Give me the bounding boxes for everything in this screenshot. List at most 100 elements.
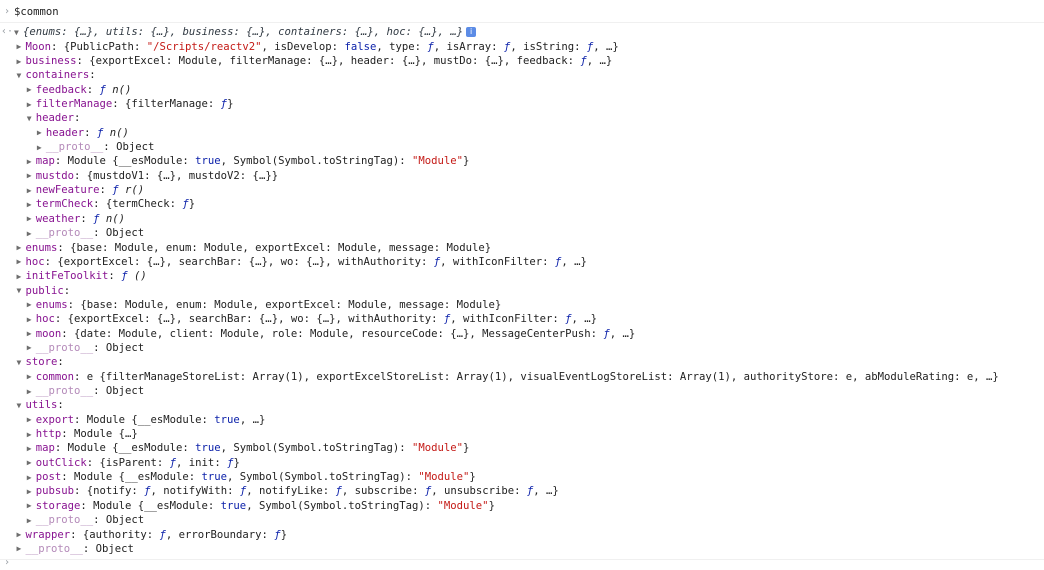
property-value: "Module"	[412, 155, 464, 168]
tree-row-content[interactable]: ▶ newFeature: ƒ r()	[27, 183, 144, 198]
property-key: wrapper	[25, 528, 71, 541]
collapsed-triangle-icon[interactable]: ▶	[27, 385, 36, 399]
tree-row-content[interactable]: ▶ business: {exportExcel: Module, filterM…	[17, 54, 613, 69]
tree-row-content[interactable]: ▶ hoc: {exportExcel: {…}, searchBar: {…},…	[27, 312, 597, 327]
collapsed-triangle-icon[interactable]: ▶	[37, 126, 46, 140]
tree-row-content[interactable]: ▼ header:	[27, 111, 81, 126]
tree-row-content[interactable]: ▶ moon: {date: Module, client: Module, ro…	[27, 327, 636, 342]
result-summary[interactable]: ▼ {enums: {…}, utils: {…}, business: {…},…	[14, 25, 477, 40]
tree-row-content[interactable]: ▶ http: Module {…}	[27, 427, 138, 442]
property-key: termCheck	[35, 198, 94, 211]
tree-row-content[interactable]: ▶ feedback: ƒ n()	[27, 83, 132, 98]
collapsed-triangle-icon[interactable]: ▶	[27, 485, 36, 499]
tree-row-content[interactable]: ▶ __proto__: Object	[37, 140, 154, 155]
collapsed-triangle-icon[interactable]: ▶	[27, 514, 36, 528]
tree-row-content[interactable]: ▶ initFeToolkit: ƒ ()	[17, 269, 147, 284]
tree-row-content[interactable]: ▶ export: Module {__esModule: true, …}	[27, 413, 266, 428]
tree-row-content[interactable]: ▶ __proto__: Object	[27, 513, 144, 528]
expanded-triangle-icon[interactable]: ▼	[17, 69, 26, 83]
collapsed-triangle-icon[interactable]: ▶	[27, 98, 36, 112]
tree-row-content[interactable]: ▶ post: Module {__esModule: true, Symbol(…	[27, 470, 476, 485]
tree-row-content[interactable]: ▼ utils:	[17, 398, 64, 413]
property-value: , withIconFilter:	[440, 255, 555, 268]
tree-row-content[interactable]: ▶ __proto__: Object	[17, 542, 134, 557]
property-value: , …}	[239, 413, 266, 426]
property-key: header	[45, 126, 85, 139]
collapsed-triangle-icon[interactable]: ▶	[27, 456, 36, 470]
tree-row-content[interactable]: ▶ enums: {base: Module, enum: Module, exp…	[17, 241, 492, 256]
property-colon: :	[99, 184, 113, 197]
property-colon: :	[86, 83, 100, 96]
collapsed-triangle-icon[interactable]: ▶	[27, 298, 36, 312]
expanded-triangle-icon[interactable]: ▼	[27, 112, 36, 126]
collapsed-triangle-icon[interactable]: ▶	[27, 442, 36, 456]
expanded-triangle-icon[interactable]: ▼	[17, 399, 26, 413]
collapsed-triangle-icon[interactable]: ▶	[17, 542, 26, 556]
collapsed-triangle-icon[interactable]: ▶	[27, 169, 36, 183]
tree-row-content[interactable]: ▶ __proto__: Object	[27, 384, 144, 399]
collapsed-triangle-icon[interactable]: ▶	[17, 241, 26, 255]
property-value: }	[469, 471, 476, 484]
expanded-triangle-icon[interactable]: ▼	[17, 284, 26, 298]
tree-row-content[interactable]: ▶ outClick: {isParent: ƒ, init: ƒ}	[27, 456, 240, 471]
expanded-triangle-icon[interactable]: ▼	[14, 26, 23, 40]
collapsed-triangle-icon[interactable]: ▶	[27, 198, 36, 212]
tree-row-content[interactable]: ▶ termCheck: {termCheck: ƒ}	[27, 197, 196, 212]
collapsed-triangle-icon[interactable]: ▶	[37, 141, 46, 155]
collapsed-triangle-icon[interactable]: ▶	[17, 270, 26, 284]
info-icon[interactable]: i	[466, 27, 477, 37]
collapsed-triangle-icon[interactable]: ▶	[27, 341, 36, 355]
tree-row-content[interactable]: ▶ pubsub: {notify: ƒ, notifyWith: ƒ, noti…	[27, 484, 559, 499]
tree-row-content[interactable]: ▼ containers:	[17, 68, 96, 83]
property-key: __proto__	[35, 341, 94, 354]
collapsed-triangle-icon[interactable]: ▶	[27, 413, 36, 427]
tree-row-content[interactable]: ▶ header: ƒ n()	[37, 126, 129, 141]
tree-row-content[interactable]: ▶ map: Module {__esModule: true, Symbol(S…	[27, 441, 470, 456]
property-colon: :	[73, 413, 87, 426]
property-colon: :	[82, 542, 96, 555]
tree-row-content[interactable]: ▶ map: Module {__esModule: true, Symbol(S…	[27, 154, 470, 169]
collapsed-triangle-icon[interactable]: ▶	[27, 184, 36, 198]
collapsed-triangle-icon[interactable]: ▶	[17, 40, 26, 54]
tree-row-content[interactable]: ▼ public:	[17, 284, 71, 299]
tree-row-content[interactable]: ▶ __proto__: Object	[27, 341, 144, 356]
tree-row-content[interactable]: ▶ common: e {filterManageStoreList: Array…	[27, 370, 999, 385]
tree-row-content[interactable]: ▶ filterManage: {filterManage: ƒ}	[27, 97, 234, 112]
collapsed-triangle-icon[interactable]: ▶	[27, 227, 36, 241]
collapsed-triangle-icon[interactable]: ▶	[27, 327, 36, 341]
property-key: storage	[35, 499, 81, 512]
collapsed-triangle-icon[interactable]: ▶	[17, 55, 26, 69]
property-colon: :	[86, 456, 100, 469]
tree-row-content[interactable]: ▶ hoc: {exportExcel: {…}, searchBar: {…},…	[17, 255, 587, 270]
tree-row-content[interactable]: ▼ store:	[17, 355, 64, 370]
tree-row-content[interactable]: ▶ __proto__: Object	[27, 226, 144, 241]
tree-row-content[interactable]: ▶ Moon: {PublicPath: "/Scripts/reactv2", …	[17, 40, 619, 55]
property-value: }	[463, 442, 470, 455]
tree-row-content[interactable]: ▶ storage: Module {__esModule: true, Symb…	[27, 499, 495, 514]
collapsed-triangle-icon[interactable]: ▶	[27, 212, 36, 226]
property-value: Object	[95, 542, 134, 555]
collapsed-triangle-icon[interactable]: ▶	[27, 471, 36, 485]
collapsed-triangle-icon[interactable]: ▶	[17, 255, 26, 269]
collapsed-triangle-icon[interactable]: ▶	[27, 428, 36, 442]
property-value: Module {__esModule:	[73, 471, 202, 484]
collapsed-triangle-icon[interactable]: ▶	[27, 155, 36, 169]
property-colon: :	[61, 428, 74, 441]
tree-row-content[interactable]: ▶ weather: ƒ n()	[27, 212, 125, 227]
collapsed-triangle-icon[interactable]: ▶	[27, 499, 36, 513]
collapsed-triangle-icon[interactable]: ▶	[27, 370, 36, 384]
tree-row-content[interactable]: ▶ wrapper: {authority: ƒ, errorBoundary: …	[17, 528, 288, 543]
collapsed-triangle-icon[interactable]: ▶	[27, 313, 36, 327]
collapsed-triangle-icon[interactable]: ▶	[17, 528, 26, 542]
tree-row-content[interactable]: ▶ enums: {base: Module, enum: Module, exp…	[27, 298, 502, 313]
property-value: }	[280, 528, 288, 541]
collapsed-triangle-icon[interactable]: ▶	[27, 83, 36, 97]
property-value: Module {__esModule:	[86, 413, 215, 426]
tree-row-content[interactable]: ▶ mustdo: {mustdoV1: {…}, mustdoV2: {…}}	[27, 169, 278, 184]
property-value: , …}	[586, 55, 613, 67]
property-value: Object	[116, 141, 155, 154]
property-value: {date: Module, client: Module, role: Mod…	[73, 327, 604, 340]
property-colon: :	[112, 98, 125, 110]
expanded-triangle-icon[interactable]: ▼	[17, 356, 26, 370]
property-value: {filterManage:	[125, 98, 221, 110]
